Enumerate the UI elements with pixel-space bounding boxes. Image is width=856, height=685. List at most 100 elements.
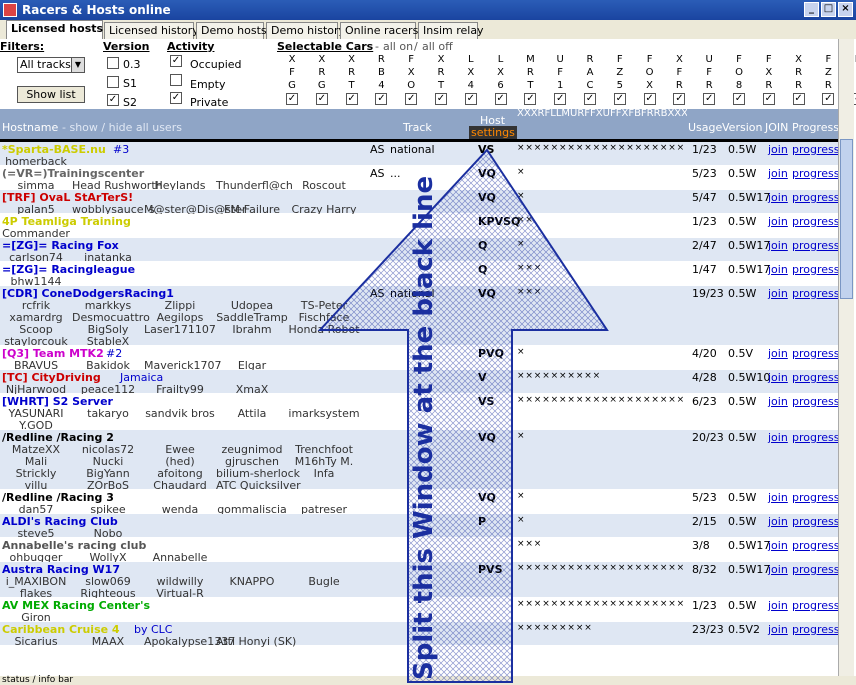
all-on-link[interactable]: all on — [383, 40, 413, 53]
join-link[interactable]: join — [768, 599, 788, 612]
close-button[interactable]: × — [838, 2, 853, 17]
car-checkbox[interactable]: ✓ — [345, 93, 358, 105]
settings-header[interactable]: settings — [469, 126, 517, 139]
usage-header[interactable]: Usage — [688, 121, 722, 134]
tab-insim-relay[interactable]: Insim relay — [418, 22, 484, 39]
progress-link[interactable]: progress — [792, 623, 838, 636]
table-row[interactable]: (=VR=)Trainingscenter AS... VQ × 5/23 0.5W joi… — [0, 166, 838, 192]
scrollbar-thumb[interactable] — [840, 139, 853, 299]
table-row[interactable]: 4P Teamliga Training KPVSQ × × 1/23 0.5W join… — [0, 214, 838, 240]
chevron-down-icon[interactable]: ▼ — [71, 58, 84, 72]
join-link[interactable]: join — [768, 623, 788, 636]
join-link[interactable]: join — [768, 371, 788, 384]
join-link[interactable]: join — [768, 347, 788, 360]
version-checkbox-s1[interactable] — [107, 76, 119, 88]
table-row[interactable]: [CDR] ConeDodgersRacing1 AS national VQ × × … — [0, 286, 838, 348]
join-link[interactable]: join — [768, 215, 788, 228]
join-link[interactable]: join — [768, 539, 788, 552]
car-checkbox[interactable]: ✓ — [762, 93, 775, 105]
car-checkbox[interactable]: ✓ — [584, 93, 596, 105]
version-checkbox-s2[interactable]: ✓ — [107, 94, 119, 106]
join-link[interactable]: join — [768, 143, 788, 156]
car-checkbox[interactable]: ✓ — [792, 93, 805, 105]
table-row[interactable]: ALDI's Racing Club P × 2/15 0.5W join progress… — [0, 514, 838, 540]
table-row[interactable]: /Redline /Racing 2 VQ × 20/23 0.5W join progre… — [0, 430, 838, 492]
progress-link[interactable]: progress — [792, 239, 838, 252]
progress-link[interactable]: progress — [792, 431, 838, 444]
progress-header[interactable]: Progress — [792, 121, 839, 134]
progress-link[interactable]: progress — [792, 539, 838, 552]
progress-link[interactable]: progress — [792, 395, 838, 408]
car-checkbox[interactable]: ✓ — [524, 93, 537, 105]
maximize-button[interactable]: □ — [821, 2, 836, 17]
car-checkbox[interactable]: ✓ — [673, 93, 686, 105]
progress-link[interactable]: progress — [792, 563, 838, 576]
table-row[interactable]: =[ZG]= Racing Fox Q × 2/47 0.5W17 join progres… — [0, 238, 838, 264]
version-header[interactable]: Version — [722, 121, 762, 134]
join-header[interactable]: JOIN — [765, 121, 788, 134]
all-off-link[interactable]: all off — [422, 40, 453, 53]
join-link[interactable]: join — [768, 515, 788, 528]
car-checkbox[interactable]: ✓ — [286, 93, 298, 105]
show-list-button[interactable]: Show list — [17, 86, 85, 103]
progress-link[interactable]: progress — [792, 143, 838, 156]
car-checkbox[interactable]: ✓ — [405, 93, 418, 105]
tab-licensed-hosts[interactable]: Licensed hosts — [6, 20, 103, 39]
track-header[interactable]: Track — [403, 121, 432, 134]
car-checkbox[interactable]: ✓ — [733, 93, 745, 105]
progress-link[interactable]: progress — [792, 167, 838, 180]
table-row[interactable]: *Sparta-BASE.nu #3 AS national VS × × × × × ×… — [0, 142, 838, 168]
table-row[interactable]: Annabelle's racing club × × × 3/8 0.5W17 joi… — [0, 538, 838, 564]
table-row[interactable]: =[ZG]= Racingleague Q × × × 1/47 0.5W17 join p… — [0, 262, 838, 288]
car-checkbox[interactable]: ✓ — [703, 93, 716, 105]
progress-link[interactable]: progress — [792, 599, 838, 612]
progress-link[interactable]: progress — [792, 491, 838, 504]
table-row[interactable]: [TRF] OvaL StArTerS! VQ × 5/47 0.5W17 join pro… — [0, 190, 838, 216]
hostname-header[interactable]: Hostname — [2, 121, 58, 134]
table-row[interactable]: Caribbean Cruise 4 by CLC × × × × × × × × … — [0, 622, 838, 648]
car-checkbox[interactable]: ✓ — [315, 93, 328, 105]
car-checkbox[interactable]: ✓ — [554, 93, 567, 105]
table-row[interactable]: [TC] CityDriving Jamaica V × × × × × × × × … — [0, 370, 838, 396]
table-row[interactable]: AV MEX Racing Center's × × × × × × × × × … — [0, 598, 838, 624]
car-checkbox[interactable]: ✓ — [464, 93, 477, 105]
vertical-scrollbar[interactable] — [838, 39, 854, 677]
progress-link[interactable]: progress — [792, 191, 838, 204]
join-link[interactable]: join — [768, 491, 788, 504]
progress-link[interactable]: progress — [792, 263, 838, 276]
car-checkbox[interactable]: ✓ — [494, 93, 507, 105]
join-link[interactable]: join — [768, 239, 788, 252]
join-link[interactable]: join — [768, 167, 788, 180]
progress-link[interactable]: progress — [792, 287, 838, 300]
progress-link[interactable]: progress — [792, 371, 838, 384]
progress-link[interactable]: progress — [792, 515, 838, 528]
table-row[interactable]: [WHRT] S2 Server VS × × × × × × × × × × × … — [0, 394, 838, 432]
car-checkbox[interactable]: ✓ — [643, 93, 656, 105]
track-select[interactable]: All tracks ▼ — [17, 57, 85, 73]
join-link[interactable]: join — [768, 287, 788, 300]
join-link[interactable]: join — [768, 263, 788, 276]
table-row[interactable]: [Q3] Team MTK2 #2 PVQ × 4/20 0.5V join progress… — [0, 346, 838, 372]
progress-link[interactable]: progress — [792, 215, 838, 228]
table-row[interactable]: Austra Racing W17 PVS × × × × × × × × × × … — [0, 562, 838, 600]
activity-checkbox-private[interactable]: ✓ — [170, 92, 182, 104]
show-hide-users-link[interactable]: - show / hide all users — [62, 121, 182, 134]
version-checkbox-0-3[interactable] — [107, 57, 119, 69]
car-checkbox[interactable]: ✓ — [435, 93, 447, 105]
tab-demo-history[interactable]: Demo history — [266, 22, 345, 39]
join-link[interactable]: join — [768, 563, 788, 576]
table-row[interactable]: /Redline /Racing 3 VQ × 5/23 0.5W join progres… — [0, 490, 838, 516]
activity-checkbox-empty[interactable] — [170, 74, 182, 86]
progress-link[interactable]: progress — [792, 347, 838, 360]
join-link[interactable]: join — [768, 191, 788, 204]
join-link[interactable]: join — [768, 431, 788, 444]
join-link[interactable]: join — [768, 395, 788, 408]
car-checkbox[interactable]: ✓ — [375, 93, 388, 105]
car-checkbox[interactable]: ✓ — [822, 93, 835, 105]
minimize-button[interactable]: _ — [804, 2, 819, 17]
activity-checkbox-occupied[interactable]: ✓ — [170, 55, 182, 67]
car-checkbox[interactable]: ✓ — [613, 93, 626, 105]
tab-licensed-history[interactable]: Licensed history — [104, 22, 199, 39]
tab-demo-hosts[interactable]: Demo hosts — [196, 22, 267, 39]
tab-online-racers[interactable]: Online racers — [340, 22, 418, 39]
